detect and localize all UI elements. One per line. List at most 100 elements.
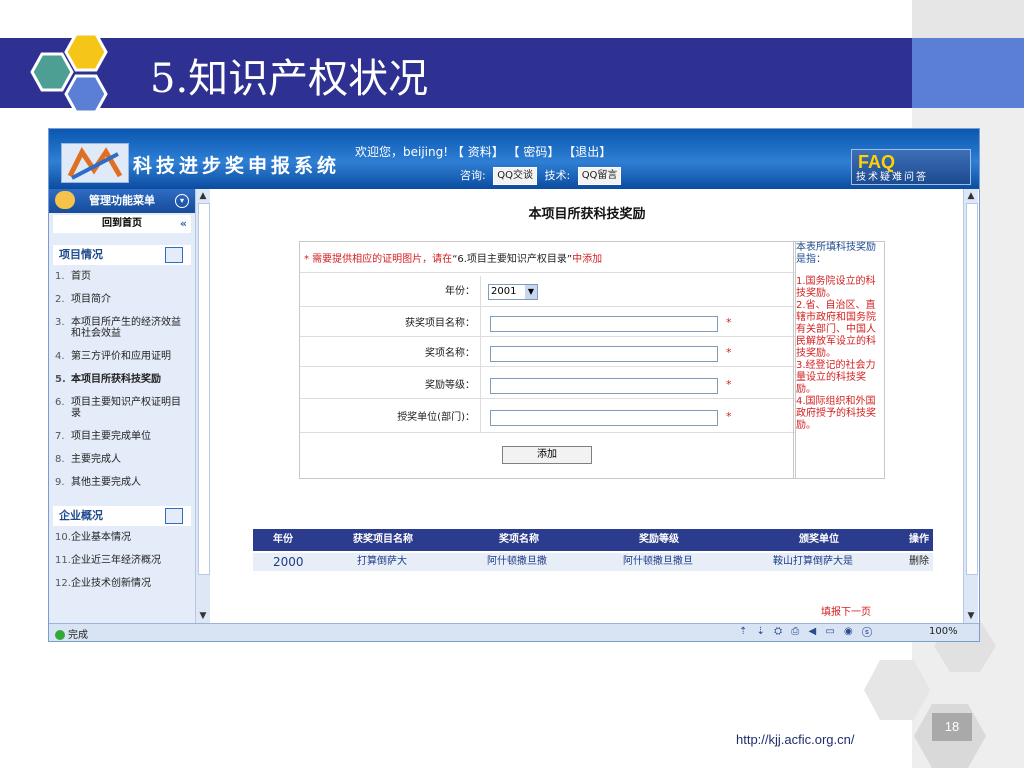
col-award: 奖项名称: [499, 534, 539, 545]
chevron-down-icon: ▼: [525, 285, 537, 299]
sidebar-item-benefits[interactable]: 3. 本项目所产生的经济效益和社会效益: [49, 311, 195, 345]
sidebar-item-ip[interactable]: 6. 项目主要知识产权证明目录: [49, 391, 195, 425]
award-name-input[interactable]: [490, 346, 718, 362]
divider: [300, 336, 795, 337]
award-unit-label: 授奖单位(部门)：: [397, 412, 475, 423]
hexagon-logo-icon: [30, 32, 108, 114]
item-index: 9.: [55, 477, 65, 488]
item-index: 5.: [55, 374, 66, 385]
status-done: 完成: [55, 626, 88, 641]
zoom-level[interactable]: 100%: [929, 626, 958, 637]
scroll-down-icon[interactable]: ▼: [198, 611, 208, 621]
sidebar-item-company-economy[interactable]: 11.企业近三年经济概况: [49, 549, 195, 572]
cell-award: 阿什顿撒旦撒: [487, 556, 547, 567]
sidebar-menu-title: 管理功能菜单: [89, 194, 155, 207]
note-item: 4.国际组织和外国政府授予的科技奖励。: [796, 396, 876, 431]
sidebar-item-company-basic[interactable]: 10.企业基本情况: [49, 526, 195, 549]
item-index: 6.: [55, 397, 65, 408]
notice-link[interactable]: “6.项目主要知识产权目录”: [452, 254, 572, 265]
sidebar: 管理功能菜单 ▾ 回到首页 « 项目情况 1. 首页 2. 项目简介 3. 本项目所产…: [49, 189, 195, 623]
faq-subtitle: 技术疑难问答: [856, 172, 928, 183]
chevron-left-icon: «: [179, 217, 187, 230]
col-unit: 颁奖单位: [799, 534, 839, 545]
sidebar-item-intro[interactable]: 2. 项目简介: [49, 288, 195, 311]
consult-label: 咨询:: [460, 169, 486, 182]
slide-url[interactable]: http://kjj.acfic.org.cn/: [736, 732, 855, 747]
qq-message-button[interactable]: QQ留言: [577, 167, 622, 185]
status-bar: 完成 ⇡ ⇣ ⛭ ⎙ ◀ ▭ ◉ ⓢ 100%: [49, 623, 979, 641]
item-label: 本项目所获科技奖励: [71, 374, 161, 385]
faq-button[interactable]: FAQ 技术疑难问答: [851, 149, 971, 185]
sidebar-group-project[interactable]: 项目情况: [53, 245, 191, 265]
add-button[interactable]: 添加: [502, 446, 592, 464]
year-select[interactable]: 2001 ▼: [488, 284, 538, 300]
logout-link[interactable]: 【退出】: [563, 145, 611, 159]
cell-project: 打算倒萨大: [357, 556, 407, 567]
main-content: 本项目所获科技奖励 * 需要提供相应的证明图片，请在“6.项目主要知识产权目录”…: [211, 189, 963, 623]
back-home-button[interactable]: 回到首页 «: [53, 215, 191, 233]
scroll-thumb[interactable]: [966, 203, 978, 575]
sidebar-scrollbar[interactable]: ▲ ▼: [195, 189, 210, 623]
item-index: 10.: [55, 532, 71, 543]
slide-page-number: 18: [932, 713, 972, 741]
sidebar-item-home[interactable]: 1. 首页: [49, 265, 195, 288]
sidebar-item-persons[interactable]: 8. 主要完成人: [49, 448, 195, 471]
scroll-thumb[interactable]: [198, 203, 210, 575]
col-action: 操作: [909, 534, 929, 545]
page-title: 本项目所获科技奖励: [528, 207, 646, 222]
gear-icon: [165, 508, 183, 524]
item-index: 3.: [55, 317, 65, 328]
scroll-up-icon[interactable]: ▲: [966, 191, 976, 201]
award-project-input[interactable]: [490, 316, 718, 332]
item-index: 4.: [55, 351, 65, 362]
scroll-down-icon[interactable]: ▼: [966, 611, 976, 621]
award-project-label: 获奖项目名称：: [405, 318, 475, 329]
sidebar-item-awards[interactable]: 5. 本项目所获科技奖励: [49, 368, 195, 391]
sidebar-item-other-persons[interactable]: 9. 其他主要完成人: [49, 471, 195, 494]
tech-label: 技术:: [544, 169, 571, 182]
app-header: 科技进步奖申报系统 欢迎您，beijing! 【 资料】 【 密码】 【退出】 …: [49, 129, 979, 189]
qq-chat-button[interactable]: QQ交谈: [493, 167, 537, 185]
note-item: 3.经登记的社会力量设立的科技奖励。: [796, 360, 876, 395]
collapse-icon[interactable]: ▾: [175, 194, 189, 208]
required-mark: *: [726, 316, 732, 329]
item-label: 企业技术创新情况: [71, 578, 151, 589]
award-form: * 需要提供相应的证明图片，请在“6.项目主要知识产权目录”中添加 年份： 20…: [299, 241, 796, 479]
slide-title-accent: [912, 38, 1024, 108]
consult-bar: 咨询: QQ交谈 技术: QQ留言: [460, 167, 625, 185]
status-text: 完成: [68, 630, 88, 641]
sidebar-item-evaluation[interactable]: 4. 第三方评价和应用证明: [49, 345, 195, 368]
welcome-text: 欢迎您，beijing!: [355, 145, 449, 159]
col-project: 获奖项目名称: [353, 534, 413, 545]
password-link[interactable]: 【 密码】: [508, 145, 560, 159]
slide-title: 5.知识产权状况: [150, 56, 429, 102]
scroll-up-icon[interactable]: ▲: [198, 191, 208, 201]
table-row: 2000 打算倒萨大 阿什顿撒旦撒 阿什顿撒旦撒旦 鞍山打算倒萨大是 删除: [253, 553, 933, 571]
award-unit-input[interactable]: [490, 410, 718, 426]
col-year: 年份: [273, 534, 293, 545]
app-window: 科技进步奖申报系统 欢迎您，beijing! 【 资料】 【 密码】 【退出】 …: [48, 128, 980, 642]
notice-text: * 需要提供相应的证明图片，请在“6.项目主要知识产权目录”中添加: [304, 250, 602, 265]
notice-suffix: 中添加: [572, 254, 603, 265]
required-mark: *: [726, 410, 732, 423]
check-icon: [55, 630, 65, 640]
sidebar-group-company[interactable]: 企业概况: [53, 506, 191, 526]
cell-level: 阿什顿撒旦撒旦: [623, 556, 693, 567]
main-scrollbar[interactable]: ▲ ▼: [963, 189, 978, 623]
next-page-link[interactable]: 填报下一页: [821, 603, 871, 618]
profile-link[interactable]: 【 资料】: [452, 145, 504, 159]
award-level-input[interactable]: [490, 378, 718, 394]
sidebar-item-company-innovation[interactable]: 12.企业技术创新情况: [49, 572, 195, 595]
divider: [300, 306, 795, 307]
divider: [300, 272, 795, 273]
sidebar-item-units[interactable]: 7. 项目主要完成单位: [49, 425, 195, 448]
item-index: 1.: [55, 271, 65, 282]
note-item: 2.省、自治区、直辖市政府和国务院有关部门、中国人民解放军设立的科技奖励。: [796, 300, 876, 359]
item-index: 2.: [55, 294, 65, 305]
delete-link[interactable]: 删除: [909, 553, 929, 571]
notice-prefix: * 需要提供相应的证明图片，请在: [304, 254, 453, 265]
item-label: 项目主要完成单位: [71, 431, 151, 442]
slide-title-bar: [0, 38, 912, 108]
item-index: 11.: [55, 555, 71, 566]
system-logo-icon: [61, 143, 129, 183]
